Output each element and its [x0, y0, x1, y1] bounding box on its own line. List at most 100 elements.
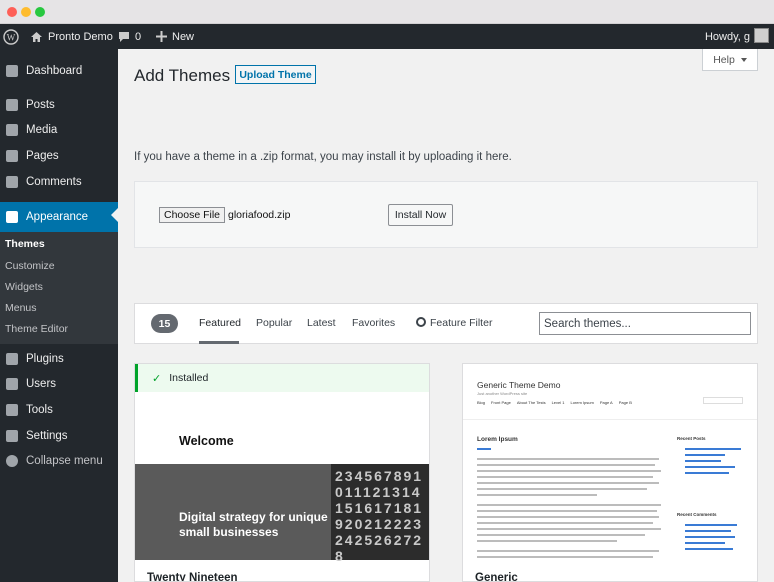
brush-icon	[6, 211, 18, 223]
comment-icon	[6, 176, 18, 188]
preview-sidebar-link	[685, 472, 729, 474]
preview-sidebar-heading: Recent Posts	[677, 436, 706, 441]
sidebar-item-label: Users	[26, 378, 57, 390]
maximize-window-button[interactable]	[35, 7, 45, 17]
preview-search-box	[703, 397, 743, 404]
account-menu[interactable]: Howdy, g	[705, 24, 750, 49]
preview-sidebar-link	[685, 466, 735, 468]
sidebar-item-posts[interactable]: Posts	[0, 92, 118, 118]
install-now-button[interactable]: Install Now	[388, 204, 453, 226]
sidebar-item-label: Settings	[26, 430, 68, 442]
preview-text-line	[477, 510, 657, 512]
avatar[interactable]	[754, 28, 769, 43]
submenu-item-theme-editor[interactable]: Theme Editor	[5, 323, 68, 335]
submenu-item-widgets[interactable]: Widgets	[5, 281, 43, 293]
preview-text-line	[477, 494, 597, 496]
dashboard-icon	[6, 65, 18, 77]
theme-count-badge: 15	[151, 314, 178, 333]
installed-label: Installed	[169, 372, 209, 384]
preview-calendar-image: 2345678910111213141516171819202122232425…	[331, 464, 429, 564]
sidebar-item-settings[interactable]: Settings	[0, 423, 118, 449]
preview-text-line	[477, 534, 645, 536]
preview-nav-item: About The Tests	[516, 400, 546, 405]
pin-icon	[6, 99, 18, 111]
howdy-text: Howdy, g	[704, 30, 750, 43]
tab-featured[interactable]: Featured	[199, 317, 241, 329]
preview-nav-item: Lorem Ipsum	[570, 400, 594, 405]
preview-text-line	[477, 464, 655, 466]
preview-text-line	[477, 522, 653, 524]
feature-filter-button[interactable]: Feature Filter	[430, 317, 492, 329]
gear-icon	[416, 317, 426, 327]
sidebar-item-dashboard[interactable]: Dashboard	[0, 58, 118, 84]
preview-sidebar-link	[685, 460, 721, 462]
wordpress-logo-icon[interactable]: W	[3, 24, 19, 49]
users-icon	[6, 378, 18, 390]
preview-text-line	[477, 482, 659, 484]
pages-icon	[6, 150, 18, 162]
preview-text-line	[477, 550, 659, 552]
sidebar-item-users[interactable]: Users	[0, 371, 118, 397]
wrench-icon	[6, 404, 18, 416]
sidebar-item-label: Pages	[26, 150, 59, 162]
upload-instructions: If you have a theme in a .zip format, yo…	[134, 151, 512, 163]
preview-text-line	[477, 470, 661, 472]
theme-name: Generic	[475, 572, 518, 582]
preview-heading: Welcome	[179, 434, 234, 448]
plus-icon	[156, 31, 167, 42]
tab-favorites[interactable]: Favorites	[352, 317, 395, 329]
sidebar-item-plugins[interactable]: Plugins	[0, 346, 118, 372]
media-icon	[6, 124, 18, 136]
preview-nav-item: Page A	[599, 400, 613, 405]
preview-text-line	[477, 488, 647, 490]
theme-card-generic[interactable]: Generic Theme Demo Just another WordPres…	[462, 363, 758, 582]
collapse-menu-button[interactable]: Collapse menu	[0, 448, 118, 474]
preview-sidebar-link	[685, 536, 735, 538]
collapse-icon	[6, 455, 18, 467]
site-name-link[interactable]: Pronto Demo	[30, 24, 113, 49]
home-icon	[31, 31, 42, 42]
preview-text-line	[477, 528, 661, 530]
admin-sidebar: Dashboard Posts Media Pages Comments App…	[0, 49, 118, 582]
sidebar-item-label: Appearance	[26, 211, 89, 223]
choose-file-button[interactable]: Choose File	[159, 207, 225, 223]
tab-popular[interactable]: Popular	[256, 317, 292, 329]
preview-text-line	[477, 476, 653, 478]
sidebar-item-label: Dashboard	[26, 65, 83, 77]
preview-sidebar-link	[685, 548, 733, 550]
tab-latest[interactable]: Latest	[307, 317, 336, 329]
preview-sidebar-link	[685, 454, 725, 456]
window-titlebar	[0, 0, 774, 24]
preview-sidebar-heading: Recent Comments	[677, 512, 717, 517]
help-tab[interactable]: Help	[702, 49, 758, 71]
minimize-window-button[interactable]	[21, 7, 31, 17]
sidebar-item-comments[interactable]: Comments	[0, 169, 118, 195]
upload-theme-button[interactable]: Upload Theme	[235, 65, 316, 84]
preview-heading: Lorem Ipsum	[477, 436, 518, 443]
submenu-item-menus[interactable]: Menus	[5, 302, 37, 314]
theme-filter-bar: 15 Featured Popular Latest Favorites Fea…	[134, 303, 758, 344]
sidebar-item-tools[interactable]: Tools	[0, 397, 118, 423]
new-content-link[interactable]: New	[156, 24, 194, 49]
appearance-submenu: Themes Customize Widgets Menus Theme Edi…	[0, 232, 118, 344]
submenu-item-themes[interactable]: Themes	[5, 238, 45, 250]
sidebar-item-appearance[interactable]: Appearance	[0, 202, 118, 232]
theme-card-twenty-nineteen[interactable]: ✓ Installed Welcome 23456789101112131415…	[134, 363, 430, 582]
preview-nav-item: Level 1	[551, 400, 565, 405]
close-window-button[interactable]	[7, 7, 17, 17]
sidebar-item-label: Media	[26, 124, 58, 136]
sidebar-item-media[interactable]: Media	[0, 117, 118, 143]
comments-link[interactable]: 0	[118, 24, 141, 49]
sidebar-item-label: Comments	[26, 176, 82, 188]
preview-nav-item: Front Page	[491, 400, 511, 405]
search-themes-input[interactable]	[539, 312, 751, 335]
selected-file-name: gloriafood.zip	[228, 209, 291, 221]
sidebar-item-pages[interactable]: Pages	[0, 143, 118, 169]
active-tab-indicator	[199, 341, 239, 344]
installed-notice: ✓ Installed	[135, 364, 429, 392]
settings-icon	[6, 430, 18, 442]
help-label: Help	[713, 53, 735, 66]
preview-text-line	[477, 516, 659, 518]
submenu-item-customize[interactable]: Customize	[5, 260, 55, 272]
caret-down-icon	[740, 57, 747, 62]
